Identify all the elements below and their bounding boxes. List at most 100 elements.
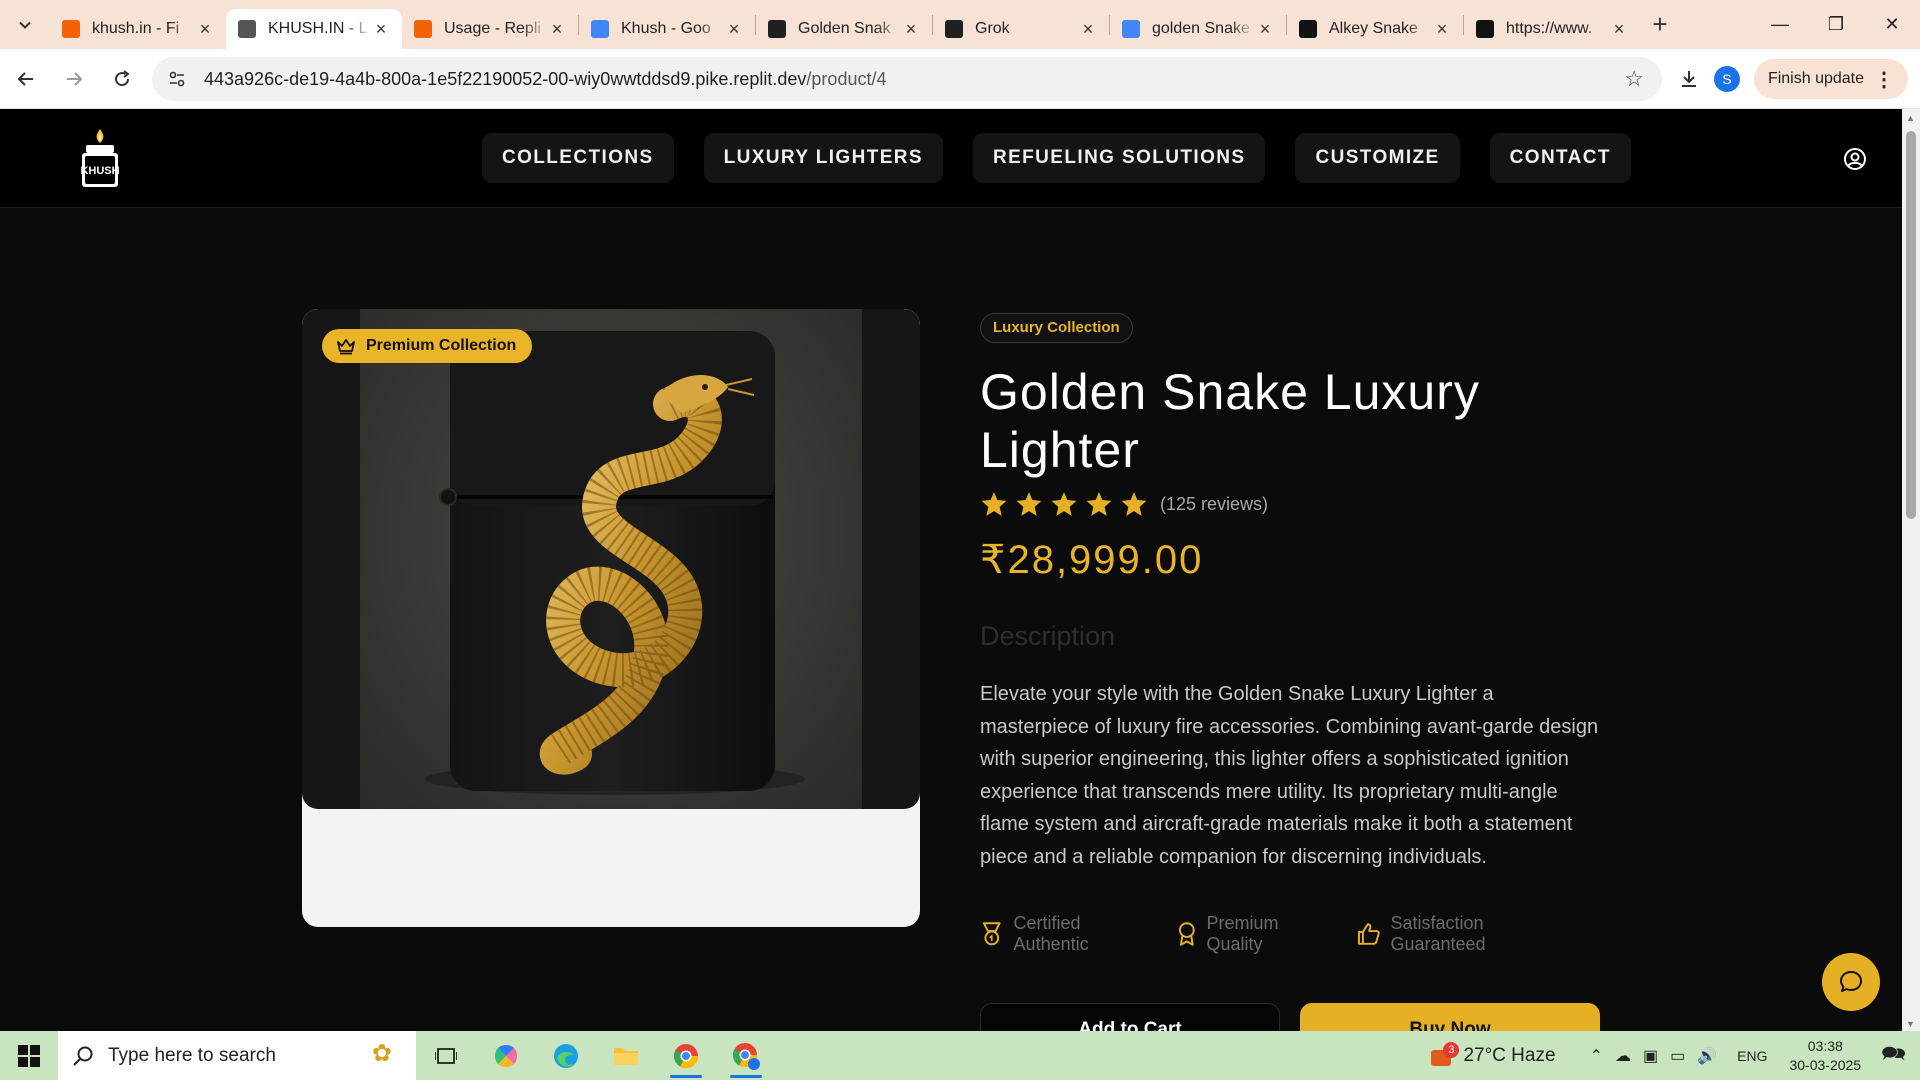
more-vert-icon: ⋮ [1874, 68, 1894, 91]
edge-app[interactable] [536, 1031, 596, 1080]
clock-date: 30-03-2025 [1789, 1056, 1862, 1073]
toolbar-right: S Finish update ⋮ [1678, 57, 1908, 101]
reload-button[interactable] [100, 57, 144, 101]
close-tab-icon[interactable]: × [1079, 19, 1097, 40]
svg-text:KHUSH: KHUSH [80, 165, 119, 177]
main-navigation: COLLECTIONS LUXURY LIGHTERS REFUELING SOLU… [482, 133, 1631, 183]
thermometer-icon: 3 [1429, 1041, 1460, 1068]
close-tab-icon[interactable]: × [548, 19, 566, 40]
scroll-down-icon[interactable]: ▼ [1906, 1019, 1915, 1029]
download-icon[interactable] [1678, 68, 1700, 90]
nav-link-contact[interactable]: CONTACT [1489, 133, 1631, 183]
browser-tab[interactable]: Grok × [933, 9, 1109, 49]
chrome-app[interactable] [656, 1031, 716, 1080]
weather-widget[interactable]: 3 27°C Haze [1429, 1041, 1556, 1068]
add-to-cart-button[interactable]: Add to Cart [980, 1003, 1280, 1031]
nav-link-luxury-lighters[interactable]: LUXURY LIGHTERS [703, 133, 943, 183]
minimize-button[interactable]: — [1752, 0, 1808, 49]
close-tab-icon[interactable]: × [725, 19, 743, 40]
profile-avatar[interactable]: S [1713, 66, 1740, 92]
feature-quality: Premium Quality [1177, 913, 1337, 955]
product-photo[interactable] [360, 309, 862, 809]
feature-certified: Certified Authentic [980, 913, 1157, 955]
close-tab-icon[interactable]: × [1610, 19, 1628, 40]
replit-icon [62, 20, 80, 38]
star-icon [981, 492, 1007, 516]
task-view-icon [435, 1047, 457, 1064]
chevron-down-icon [19, 21, 31, 29]
finish-update-button[interactable]: Finish update ⋮ [1753, 59, 1908, 99]
badge-label: Premium Collection [366, 337, 517, 354]
onedrive-icon[interactable]: ☁ [1615, 1046, 1631, 1066]
close-tab-icon[interactable]: × [196, 19, 214, 40]
language-indicator[interactable]: ENG [1737, 1048, 1767, 1064]
file-explorer-app[interactable] [596, 1031, 656, 1080]
feature-label: Satisfaction Guaranteed [1390, 913, 1486, 954]
arrow-left-icon [17, 71, 33, 86]
chatgpt-icon [768, 20, 786, 38]
user-account-icon[interactable] [1843, 147, 1867, 171]
meet-now-icon[interactable]: ▣ [1643, 1046, 1658, 1066]
buy-now-button[interactable]: Buy Now [1300, 1003, 1600, 1031]
grok-icon [945, 20, 963, 38]
product-image-card: Premium Collection [302, 309, 920, 927]
volume-icon[interactable]: 🔊 [1697, 1046, 1717, 1066]
copilot-icon [495, 1044, 517, 1067]
close-tab-icon[interactable]: × [372, 19, 390, 40]
browser-tab[interactable]: Golden Snak × [756, 9, 932, 49]
khush-logo[interactable]: KHUSH [74, 127, 126, 191]
review-count[interactable]: (125 reviews) [1160, 494, 1268, 515]
product-info: Luxury Collection Golden Snake Luxury Li… [980, 309, 1600, 1031]
chat-button[interactable] [1822, 953, 1880, 1011]
task-view-button[interactable] [416, 1031, 476, 1080]
bookmark-star-icon[interactable]: ☆ [1624, 66, 1644, 92]
copilot-app[interactable] [476, 1031, 536, 1080]
browser-tab[interactable]: golden Snake × [1110, 9, 1286, 49]
browser-tab-bar: khush.in - Fi × KHUSH.IN - L × Usage - Repli… [0, 0, 1920, 49]
new-tab-button[interactable]: + [1640, 9, 1680, 40]
battery-icon[interactable]: ▭ [1670, 1046, 1685, 1066]
collection-tag[interactable]: Luxury Collection [980, 313, 1133, 343]
close-tab-icon[interactable]: × [1256, 19, 1274, 40]
site-info-icon[interactable] [168, 70, 186, 88]
page-scrollbar[interactable]: ▲ ▼ [1902, 109, 1920, 1031]
close-tab-icon[interactable]: × [902, 19, 920, 40]
taskbar-search-box[interactable]: Type here to search ✿ [58, 1031, 416, 1080]
browser-tab[interactable]: Usage - Repli × [402, 9, 578, 49]
close-window-button[interactable]: ✕ [1864, 0, 1920, 49]
omnibox[interactable]: 443a926c-de19-4a4b-800a-1e5f22190052-00-… [152, 57, 1662, 101]
notifications-icon[interactable]: 🗪 [1881, 1039, 1906, 1073]
chrome-profile-app[interactable] [716, 1031, 776, 1080]
scroll-up-icon[interactable]: ▲ [1906, 113, 1915, 123]
weather-badge: 3 [1443, 1041, 1460, 1058]
clock[interactable]: 03:38 30-03-2025 [1789, 1037, 1861, 1075]
docs-icon [591, 20, 609, 38]
browser-tab[interactable]: KHUSH.IN - L × [226, 9, 402, 49]
folder-icon [614, 1047, 638, 1065]
start-button[interactable] [0, 1031, 58, 1080]
scrollbar-thumb[interactable] [1906, 131, 1916, 519]
tab-title: khush.in - Fi [92, 20, 180, 37]
url-text: 443a926c-de19-4a4b-800a-1e5f22190052-00-… [204, 68, 887, 89]
rating-stars [980, 491, 1148, 517]
restore-button[interactable]: ❐ [1808, 0, 1864, 49]
back-button[interactable] [4, 57, 48, 101]
nav-link-collections[interactable]: COLLECTIONS [482, 133, 674, 183]
close-tab-icon[interactable]: × [1433, 19, 1451, 40]
nav-link-customize[interactable]: CUSTOMIZE [1295, 133, 1460, 183]
chrome-profile-icon [732, 1042, 760, 1070]
site-header: KHUSH COLLECTIONS LUXURY LIGHTERS REFUELIN… [0, 109, 1902, 208]
tab-title: Alkey Snake [1329, 20, 1418, 37]
tab-title: Khush - Goo [621, 20, 711, 37]
browser-tab[interactable]: Alkey Snake × [1287, 9, 1463, 49]
forward-button[interactable] [52, 57, 96, 101]
tab-search-button[interactable] [0, 0, 50, 49]
arrow-right-icon [67, 71, 83, 86]
chevron-up-icon[interactable]: ⌃ [1590, 1046, 1603, 1066]
star-icon [1051, 492, 1077, 516]
window-controls: — ❐ ✕ [1752, 0, 1920, 49]
browser-tab[interactable]: https://www. × [1464, 9, 1640, 49]
browser-tab[interactable]: Khush - Goo × [579, 9, 755, 49]
nav-link-refueling-solutions[interactable]: REFUELING SOLUTIONS [972, 133, 1266, 183]
browser-tab[interactable]: khush.in - Fi × [50, 9, 226, 49]
